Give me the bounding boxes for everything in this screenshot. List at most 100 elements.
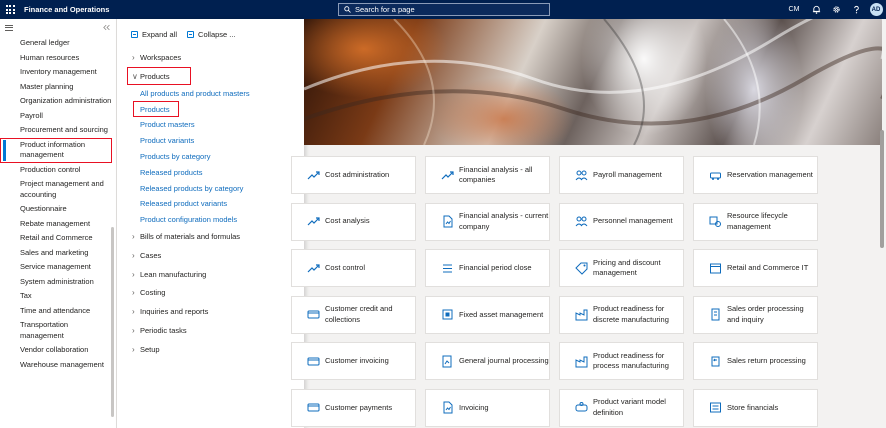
nav-item-retail-and-commerce[interactable]: Retail and Commerce <box>0 231 112 246</box>
nav-item-payroll[interactable]: Payroll <box>0 109 112 124</box>
nav-scrollbar[interactable] <box>111 227 114 417</box>
tile-retail-and-commerce-it[interactable]: Retail and Commerce IT <box>693 249 818 288</box>
factory-icon <box>575 355 588 368</box>
tile-invoicing[interactable]: Invoicing <box>425 388 550 427</box>
nav-item-inventory-management[interactable]: Inventory management <box>0 65 112 80</box>
nav-item-sales-and-marketing[interactable]: Sales and marketing <box>0 246 112 261</box>
menu-link-products-by-category[interactable]: Products by category <box>117 149 304 165</box>
group-inquiries-and-reports[interactable]: › Inquiries and reports <box>117 302 304 321</box>
app-title[interactable]: Finance and Operations <box>24 5 109 14</box>
group-cases[interactable]: › Cases <box>117 246 304 265</box>
tile-pricing-and-discount-management[interactable]: Pricing and discount management <box>559 249 684 288</box>
menu-link-product-variants[interactable]: Product variants <box>117 133 304 149</box>
tile-customer-payments[interactable]: Customer payments <box>291 388 416 427</box>
collapse-pane-icon[interactable] <box>103 24 111 31</box>
menu-link-released-product-variants[interactable]: Released product variants <box>117 196 304 212</box>
expand-all-icon <box>131 30 138 38</box>
store-icon <box>709 401 722 414</box>
app-launcher-icon[interactable] <box>0 0 20 19</box>
nav-item-project-management-and-accounting[interactable]: Project management and accounting <box>0 177 112 202</box>
menu-link-released-products[interactable]: Released products <box>117 164 304 180</box>
tile-label: Payroll management <box>593 169 662 179</box>
tile-sales-order-processing-and-inquiry[interactable]: Sales order processing and inquiry <box>693 295 818 334</box>
group-bills-of-materials-and-formulas[interactable]: › Bills of materials and formulas <box>117 228 304 247</box>
tile-label: Financial period close <box>459 262 532 272</box>
trend-icon <box>307 169 320 182</box>
tile-label: Customer credit and collections <box>325 304 393 324</box>
tile-label: General journal processing <box>459 356 549 366</box>
nav-item-time-and-attendance[interactable]: Time and attendance <box>0 304 112 319</box>
tile-product-readiness-for-discrete-manufacturing[interactable]: Product readiness for discrete manufactu… <box>559 295 684 334</box>
search-box[interactable]: Search for a page <box>338 3 550 16</box>
tile-financial-analysis-current-company[interactable]: Financial analysis - current company <box>425 202 550 241</box>
menu-link-product-masters[interactable]: Product masters <box>117 117 304 133</box>
nav-item-transportation-management[interactable]: Transportation management <box>0 318 112 343</box>
nav-item-procurement-and-sourcing[interactable]: Procurement and sourcing <box>0 123 112 138</box>
tile-sales-return-processing[interactable]: Sales return processing <box>693 342 818 381</box>
nav-item-human-resources[interactable]: Human resources <box>0 51 112 66</box>
tile-label: Product readiness for process manufactur… <box>593 350 669 371</box>
tile-financial-analysis-all-companies[interactable]: Financial analysis - all companies <box>425 156 550 194</box>
tile-payroll-management[interactable]: Payroll management <box>559 156 684 194</box>
nav-item-general-ledger[interactable]: General ledger <box>0 36 112 51</box>
tile-cost-analysis[interactable]: Cost analysis <box>291 202 416 241</box>
tile-fixed-asset-management[interactable]: Fixed asset management <box>425 295 550 334</box>
company-picker[interactable]: CM <box>782 0 806 19</box>
trend-icon <box>307 215 320 228</box>
return-icon <box>709 355 722 368</box>
menu-link-released-products-by-category[interactable]: Released products by category <box>117 180 304 196</box>
gear-icon[interactable] <box>826 0 846 19</box>
people-icon <box>575 215 588 228</box>
nav-item-product-information-management[interactable]: Product information management <box>0 137 112 163</box>
chevron-right-icon: › <box>132 325 135 335</box>
tile-label: Cost administration <box>325 169 390 179</box>
journal-icon <box>441 355 454 368</box>
bell-icon[interactable] <box>806 0 826 19</box>
nav-item-master-planning[interactable]: Master planning <box>0 80 112 95</box>
tile-cost-administration[interactable]: Cost administration <box>291 156 416 194</box>
expand-all-button[interactable]: Expand all <box>131 30 177 39</box>
chevron-right-icon: › <box>132 232 135 242</box>
nav-item-rebate-management[interactable]: Rebate management <box>0 217 112 232</box>
variant-icon <box>575 401 588 414</box>
nav-item-vendor-collaboration[interactable]: Vendor collaboration <box>0 343 112 358</box>
tile-general-journal-processing[interactable]: General journal processing <box>425 342 550 381</box>
user-avatar[interactable]: AD <box>866 0 886 19</box>
tile-product-variant-model-definition[interactable]: Product variant model definition <box>559 388 684 427</box>
nav-item-warehouse-management[interactable]: Warehouse management <box>0 358 112 373</box>
tile-customer-credit-and-collections[interactable]: Customer credit and collections <box>291 295 416 334</box>
menu-link-products[interactable]: Products <box>133 101 179 117</box>
group-lean-manufacturing[interactable]: › Lean manufacturing <box>117 265 304 284</box>
card-icon <box>307 401 320 414</box>
nav-item-organization-administration[interactable]: Organization administration <box>0 94 112 109</box>
nav-item-questionnaire[interactable]: Questionnaire <box>0 202 112 217</box>
tile-customer-invoicing[interactable]: Customer invoicing <box>291 342 416 381</box>
card-icon <box>307 355 320 368</box>
tile-store-financials[interactable]: Store financials <box>693 388 818 427</box>
nav-item-system-administration[interactable]: System administration <box>0 275 112 290</box>
tile-financial-period-close[interactable]: Financial period close <box>425 249 550 288</box>
menu-link-all-products-and-product-masters[interactable]: All products and product masters <box>117 85 304 101</box>
nav-item-tax[interactable]: Tax <box>0 289 112 304</box>
tile-cost-control[interactable]: Cost control <box>291 249 416 288</box>
hamburger-icon[interactable] <box>5 24 13 31</box>
chevron-right-icon: › <box>132 307 135 317</box>
tile-personnel-management[interactable]: Personnel management <box>559 202 684 241</box>
collapse-all-button[interactable]: Collapse ... <box>187 30 236 39</box>
nav-item-production-control[interactable]: Production control <box>0 163 112 178</box>
workspace-tiles: Cost administration Financial analysis - … <box>291 156 881 427</box>
nav-item-service-management[interactable]: Service management <box>0 260 112 275</box>
group-setup[interactable]: › Setup <box>117 340 304 359</box>
chevron-right-icon: › <box>132 251 135 261</box>
tile-resource-lifecycle-management[interactable]: Resource lifecycle management <box>693 202 818 241</box>
asset-icon <box>441 308 454 321</box>
chevron-right-icon: › <box>132 269 135 279</box>
group-periodic-tasks[interactable]: › Periodic tasks <box>117 321 304 340</box>
group-costing[interactable]: › Costing <box>117 284 304 303</box>
tile-reservation-management[interactable]: Reservation management <box>693 156 818 194</box>
menu-link-product-configuration-models[interactable]: Product configuration models <box>117 212 304 228</box>
help-icon[interactable] <box>846 0 866 19</box>
group-products[interactable]: ∨ Products <box>127 66 191 86</box>
tile-product-readiness-for-process-manufacturing[interactable]: Product readiness for process manufactur… <box>559 342 684 381</box>
group-workspaces[interactable]: › Workspaces <box>117 48 304 67</box>
